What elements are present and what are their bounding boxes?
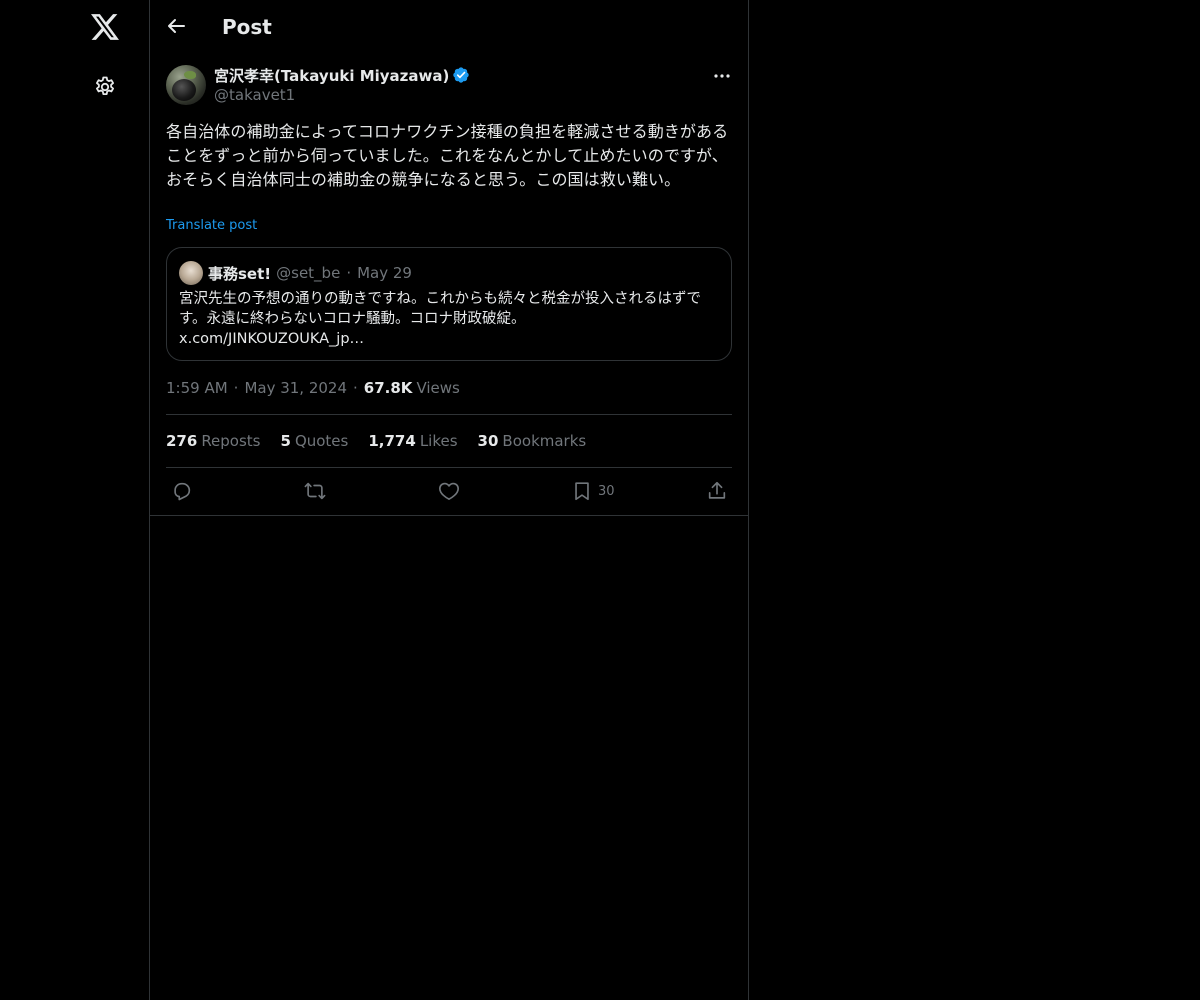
reply-button[interactable] xyxy=(171,480,193,502)
quoted-author-name: 事務set! xyxy=(208,264,272,283)
author-avatar[interactable] xyxy=(166,65,206,105)
bookmarks-label: Bookmarks xyxy=(502,432,587,450)
bookmark-button[interactable]: 30 xyxy=(572,480,615,502)
reposts-label: Reposts xyxy=(201,432,261,450)
author-name-row: 宮沢孝幸(Takayuki Miyazawa) xyxy=(214,64,470,86)
avatar-leaf xyxy=(184,71,196,79)
back-arrow-icon[interactable] xyxy=(166,16,186,36)
quoted-post-link[interactable]: x.com/JINKOUZOUKA_jp… xyxy=(179,331,364,347)
bookmarks-stat[interactable]: 30 Bookmarks xyxy=(478,432,587,450)
settings-gear-icon[interactable] xyxy=(93,75,117,99)
quoted-post-body: 宮沢先生の予想の通りの動きですね。これからも続々と税金が投入されるはずです。永遠… xyxy=(179,291,701,327)
tweet-text: 各自治体の補助金によってコロナワクチン接種の負担を軽減させる動きがあることをずっ… xyxy=(166,122,729,189)
quoted-post-text: 宮沢先生の予想の通りの動きですね。これからも続々と税金が投入されるはずです。永遠… xyxy=(179,289,724,349)
more-options-icon[interactable] xyxy=(712,66,732,86)
left-nav-rail xyxy=(0,0,150,1000)
engagement-stats: 276 Reposts 5 Quotes 1,774 Likes 30 Bookmark… xyxy=(166,431,606,451)
quoted-post-card[interactable]: 事務set! @set_be · May 29 宮沢先生の予想の通りの動きですね… xyxy=(166,247,732,361)
quoted-separator-dot: · xyxy=(346,264,352,282)
reposts-stat[interactable]: 276 Reposts xyxy=(166,432,261,450)
page-header: Post xyxy=(150,0,748,54)
main-column: Post 宮沢孝幸(Takayuki Miyazawa) @takavet1 各… xyxy=(150,0,749,1000)
repost-icon xyxy=(304,482,326,500)
views-label: Views xyxy=(416,379,460,397)
quotes-label: Quotes xyxy=(294,432,349,450)
x-logo-icon[interactable] xyxy=(91,13,119,41)
heart-icon xyxy=(439,482,459,500)
meta-separator-dot: · xyxy=(233,379,239,397)
like-button[interactable] xyxy=(438,480,460,502)
page-title: Post xyxy=(222,15,272,39)
quotes-stat[interactable]: 5 Quotes xyxy=(281,432,349,450)
avatar-ball xyxy=(172,79,196,101)
verified-badge-icon xyxy=(452,66,470,84)
bookmark-count: 30 xyxy=(598,483,615,499)
likes-label: Likes xyxy=(419,432,458,450)
post-meta: 1:59 AM · May 31, 2024 · 67.8K Views xyxy=(166,378,460,398)
views-count: 67.8K xyxy=(363,379,413,397)
post-bottom-border xyxy=(150,515,748,516)
likes-stat[interactable]: 1,774 Likes xyxy=(368,432,457,450)
share-button[interactable] xyxy=(706,480,728,502)
likes-count: 1,774 xyxy=(368,432,416,450)
bookmarks-count: 30 xyxy=(477,432,499,450)
post-time[interactable]: 1:59 AM xyxy=(166,379,228,397)
bookmark-icon xyxy=(575,482,589,501)
quotes-count: 5 xyxy=(280,432,291,450)
share-icon xyxy=(708,481,726,499)
reply-icon xyxy=(174,482,191,501)
quoted-author-handle: @set_be xyxy=(276,264,341,282)
quoted-author-avatar xyxy=(179,261,203,285)
repost-button[interactable] xyxy=(304,480,326,502)
translate-post-link[interactable]: Translate post xyxy=(166,218,257,233)
divider xyxy=(166,414,732,415)
author-handle[interactable]: @takavet1 xyxy=(214,86,295,104)
quoted-post-header: 事務set! @set_be · May 29 xyxy=(208,261,412,285)
post-date[interactable]: May 31, 2024 xyxy=(244,379,347,397)
author-name[interactable]: 宮沢孝幸(Takayuki Miyazawa) xyxy=(214,65,449,86)
action-bar: 30 xyxy=(150,468,748,515)
reposts-count: 276 xyxy=(166,432,198,450)
quoted-post-date: May 29 xyxy=(357,264,412,282)
meta-separator-dot: · xyxy=(353,379,358,397)
